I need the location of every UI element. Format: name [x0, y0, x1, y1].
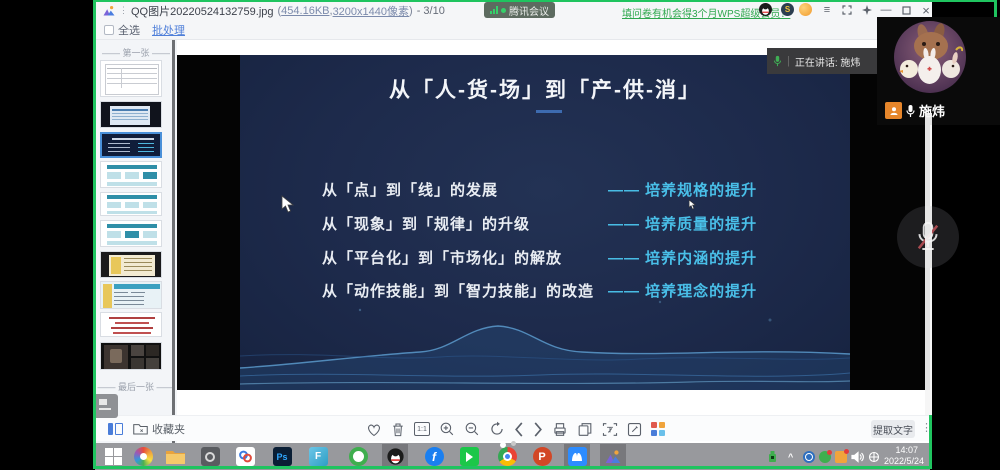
viewer-toolbar: 收藏夹 1:1 提取文字 — [95, 415, 932, 441]
file-size-link[interactable]: 454.16KB — [281, 5, 329, 17]
meeting-badge-label: 腾讯会议 — [509, 3, 549, 18]
row-left-text: 从「点」到「线」的发展 — [322, 179, 498, 200]
copy-pages-icon[interactable] — [577, 422, 593, 437]
folder-icon — [133, 423, 148, 436]
presenter-cursor-icon — [280, 195, 296, 213]
select-all-label: 全选 — [118, 22, 140, 38]
close-button[interactable]: × — [918, 2, 934, 18]
minimize-button[interactable]: — — [878, 2, 894, 18]
paren-close: ) — [409, 5, 413, 17]
participant-avatar — [893, 20, 967, 94]
thumbnail-6[interactable] — [100, 220, 162, 247]
speaking-indicator-bar: | 正在讲话: 施炜 — [767, 48, 877, 74]
row-right-text: —— 培养内涵的提升 — [608, 247, 757, 268]
thumbnail-sidebar: —— 第一张 —— — [95, 40, 177, 443]
notification-dot — [500, 442, 506, 448]
drag-handle-icon: ⋮ — [119, 5, 128, 16]
fullscreen-icon[interactable] — [839, 2, 855, 18]
image-canvas-area: 从「人-货-场」到「产-供-消」 从「点」到「线」的发展 —— 培养规格的提升 … — [177, 40, 932, 415]
green-dot-icon — [501, 8, 506, 13]
print-icon[interactable] — [552, 422, 568, 437]
thumbnail-5[interactable] — [100, 192, 162, 216]
selection-toolbar: 全选 批处理 — [95, 21, 932, 40]
share-border-right-top — [994, 0, 997, 17]
thumbnail-8[interactable] — [100, 281, 162, 309]
thumbnail-4[interactable] — [100, 161, 162, 188]
thumbnail-2[interactable] — [100, 101, 162, 128]
divider: | — [787, 55, 790, 67]
slide-title: 从「人-货-场」到「产-供-消」 — [240, 74, 850, 104]
active-mic-icon — [773, 55, 782, 67]
share-border-right — [929, 415, 932, 469]
tray-clock[interactable]: 14:07 2022/5/24 — [884, 445, 918, 467]
actual-size-icon[interactable]: 1:1 — [414, 422, 430, 436]
favorites-button[interactable]: 收藏夹 — [133, 421, 185, 437]
ocr-scan-icon[interactable] — [602, 422, 618, 437]
signal-bars-icon — [490, 6, 498, 14]
row-right-text: —— 培养质量的提升 — [608, 213, 757, 234]
page-indicator: - 3/10 — [417, 5, 445, 17]
pin-icon[interactable] — [859, 2, 875, 18]
row-left-text: 从「现象」到「规律」的升级 — [322, 213, 530, 234]
share-border-left — [93, 0, 96, 469]
delete-trash-icon[interactable] — [391, 422, 405, 437]
qq-penguin-icon[interactable] — [759, 3, 772, 16]
participant-name: 施炜 — [919, 101, 945, 120]
host-badge-icon — [885, 102, 902, 119]
wave-decoration — [240, 290, 850, 390]
row-right-text: —— 培养规格的提升 — [608, 179, 757, 200]
zoom-in-icon[interactable] — [439, 421, 455, 437]
batch-process-link[interactable]: 批处理 — [152, 22, 185, 38]
select-all-checkbox[interactable] — [104, 25, 114, 35]
edit-icon[interactable] — [627, 422, 642, 437]
like-heart-icon[interactable] — [366, 422, 382, 437]
thumbnail-3-selected[interactable] — [100, 132, 162, 158]
sidebar-scrollbar[interactable] — [172, 40, 175, 443]
tray-time: 14:07 — [884, 445, 918, 456]
screen: ⋮ QQ图片20220524132759.jpg (454.16KB , 320… — [0, 0, 1000, 470]
share-border-bottom — [93, 466, 932, 469]
thumbnail-9[interactable] — [100, 312, 162, 337]
first-image-label: —— 第一张 —— — [95, 46, 177, 59]
maximize-button[interactable] — [898, 2, 914, 18]
floating-mini-widget[interactable] — [95, 394, 118, 418]
qq-wallet-icon[interactable]: S — [781, 3, 794, 16]
dimensions-link[interactable]: 3200x1440像素 — [333, 3, 409, 19]
last-image-label: —— 最后一张 —— — [95, 380, 177, 393]
notification-dot — [511, 441, 516, 446]
participant-video-panel[interactable]: 施炜 — [877, 17, 1000, 125]
member-coin-icon[interactable] — [799, 3, 812, 16]
next-image-icon[interactable] — [533, 422, 543, 437]
thumbnail-7[interactable] — [100, 251, 162, 278]
mouse-cursor-icon — [688, 199, 697, 210]
apps-grid-icon[interactable] — [651, 422, 665, 436]
participant-mic-icon — [905, 104, 916, 118]
rotate-icon[interactable] — [489, 421, 505, 437]
app-mountain-icon — [103, 5, 115, 17]
thumbnail-1[interactable] — [100, 60, 162, 97]
slide: 从「人-货-场」到「产-供-消」 从「点」到「线」的发展 —— 培养规格的提升 … — [240, 55, 850, 390]
menu-icon[interactable]: ≡ — [819, 2, 835, 18]
zoom-out-icon[interactable] — [464, 421, 480, 437]
panel-scrollbar[interactable] — [925, 113, 932, 415]
speaking-label: 正在讲话: 施炜 — [795, 54, 861, 69]
thumbnail-10[interactable] — [100, 342, 162, 370]
filename: QQ图片20220524132759.jpg — [131, 3, 274, 19]
share-border-top — [93, 0, 997, 2]
extract-text-button[interactable]: 提取文字 — [871, 420, 915, 438]
previous-image-icon[interactable] — [514, 422, 524, 437]
title-underline — [536, 110, 562, 113]
meeting-status-badge[interactable]: 腾讯会议 — [484, 2, 555, 18]
row-left-text: 从「平台化」到「市场化」的解放 — [322, 247, 562, 268]
viewed-image[interactable]: 从「人-货-场」到「产-供-消」 从「点」到「线」的发展 —— 培养规格的提升 … — [177, 55, 930, 390]
sidebar-toggle-icon[interactable] — [108, 423, 123, 435]
favorites-label: 收藏夹 — [152, 421, 185, 437]
